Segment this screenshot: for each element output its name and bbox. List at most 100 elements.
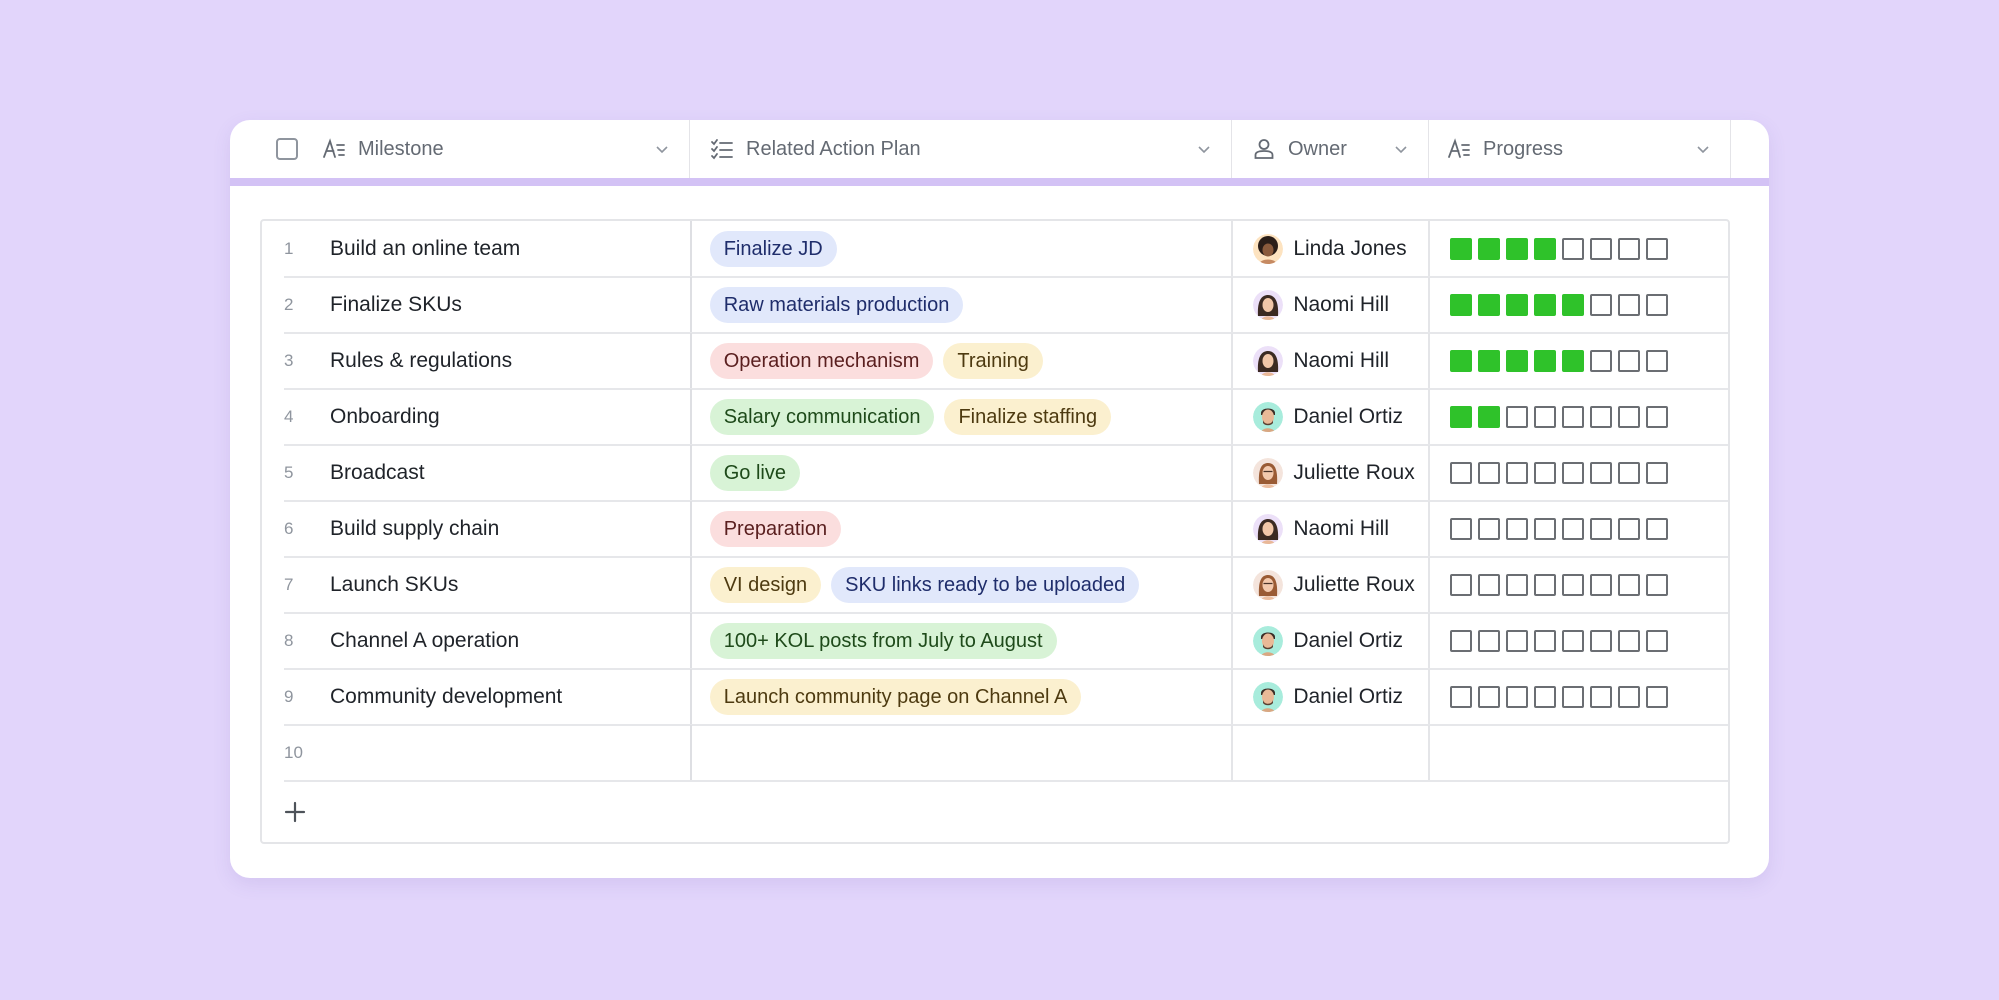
progress-square-empty[interactable] (1590, 518, 1613, 540)
action-plan-tag[interactable]: Operation mechanism (709, 343, 934, 379)
action-plan-tag[interactable]: 100+ KOL posts from July to August (709, 623, 1057, 659)
progress-square-empty[interactable] (1450, 630, 1473, 652)
milestone-cell[interactable]: Rules & regulations (306, 333, 692, 389)
action-plan-tag[interactable]: SKU links ready to be uploaded (831, 567, 1140, 603)
progress-square-empty[interactable] (1590, 630, 1613, 652)
progress-cell[interactable] (1430, 669, 1730, 725)
progress-square-empty[interactable] (1450, 518, 1473, 540)
action-plan-tag[interactable]: Finalize staffing (944, 399, 1112, 435)
progress-square-empty[interactable] (1618, 406, 1641, 428)
action-plan-tag[interactable]: Salary communication (709, 399, 935, 435)
related-action-plan-cell[interactable]: Launch community page on Channel A (692, 669, 1234, 725)
related-action-plan-cell[interactable]: VI design SKU links ready to be uploaded (692, 557, 1234, 613)
chevron-down-icon[interactable] (655, 142, 669, 156)
milestone-cell[interactable]: Onboarding (306, 389, 692, 445)
table-row[interactable]: 1 Build an online team Finalize JD Linda… (262, 221, 1730, 277)
milestone-cell[interactable] (306, 725, 692, 781)
progress-square-empty[interactable] (1562, 238, 1585, 260)
column-header-progress[interactable]: Progress (1429, 120, 1731, 178)
progress-square-empty[interactable] (1646, 686, 1669, 708)
progress-cell[interactable] (1430, 333, 1730, 389)
progress-square-filled[interactable] (1506, 294, 1529, 316)
progress-square-empty[interactable] (1646, 574, 1669, 596)
progress-cell[interactable] (1430, 221, 1730, 277)
progress-square-empty[interactable] (1590, 238, 1613, 260)
action-plan-tag[interactable]: VI design (709, 567, 822, 603)
progress-square-filled[interactable] (1506, 350, 1529, 372)
progress-square-empty[interactable] (1618, 630, 1641, 652)
progress-cell[interactable] (1430, 445, 1730, 501)
progress-square-empty[interactable] (1478, 686, 1501, 708)
progress-square-empty[interactable] (1590, 686, 1613, 708)
progress-square-filled[interactable] (1478, 238, 1501, 260)
table-row[interactable]: 8 Channel A operation 100+ KOL posts fro… (262, 613, 1730, 669)
progress-square-empty[interactable] (1534, 406, 1557, 428)
progress-square-filled[interactable] (1478, 406, 1501, 428)
progress-square-empty[interactable] (1450, 686, 1473, 708)
owner-cell[interactable]: Juliette Roux (1233, 445, 1431, 501)
progress-square-filled[interactable] (1450, 238, 1473, 260)
add-column-area[interactable] (1731, 120, 1769, 178)
milestone-cell[interactable]: Broadcast (306, 445, 692, 501)
progress-square-empty[interactable] (1450, 462, 1473, 484)
progress-square-empty[interactable] (1590, 574, 1613, 596)
progress-cell[interactable] (1430, 725, 1730, 781)
progress-square-filled[interactable] (1534, 238, 1557, 260)
table-row[interactable]: 7 Launch SKUs VI design SKU links ready t… (262, 557, 1730, 613)
chevron-down-icon[interactable] (1197, 142, 1211, 156)
column-header-owner[interactable]: Owner (1232, 120, 1429, 178)
progress-square-empty[interactable] (1562, 518, 1585, 540)
progress-square-empty[interactable] (1478, 574, 1501, 596)
progress-square-empty[interactable] (1618, 350, 1641, 372)
progress-square-filled[interactable] (1450, 406, 1473, 428)
progress-square-empty[interactable] (1506, 518, 1529, 540)
milestone-cell[interactable]: Finalize SKUs (306, 277, 692, 333)
progress-square-empty[interactable] (1618, 574, 1641, 596)
progress-cell[interactable] (1430, 557, 1730, 613)
progress-square-empty[interactable] (1590, 350, 1613, 372)
progress-square-empty[interactable] (1618, 686, 1641, 708)
owner-cell[interactable]: Juliette Roux (1233, 557, 1431, 613)
owner-cell[interactable]: Naomi Hill (1233, 277, 1431, 333)
progress-square-empty[interactable] (1506, 574, 1529, 596)
owner-cell[interactable]: Naomi Hill (1233, 333, 1431, 389)
action-plan-tag[interactable]: Training (943, 343, 1043, 379)
progress-square-empty[interactable] (1646, 350, 1669, 372)
progress-square-filled[interactable] (1534, 294, 1557, 316)
owner-cell[interactable]: Daniel Ortiz (1233, 669, 1431, 725)
table-row[interactable]: 4 Onboarding Salary communication Finaliz… (262, 389, 1730, 445)
progress-square-empty[interactable] (1478, 630, 1501, 652)
progress-square-filled[interactable] (1478, 350, 1501, 372)
chevron-down-icon[interactable] (1696, 142, 1710, 156)
progress-square-empty[interactable] (1534, 686, 1557, 708)
progress-square-empty[interactable] (1534, 574, 1557, 596)
progress-square-empty[interactable] (1506, 630, 1529, 652)
progress-square-filled[interactable] (1450, 350, 1473, 372)
progress-square-empty[interactable] (1534, 518, 1557, 540)
progress-square-empty[interactable] (1618, 462, 1641, 484)
table-row[interactable]: 6 Build supply chain Preparation Naomi H… (262, 501, 1730, 557)
progress-square-empty[interactable] (1646, 462, 1669, 484)
progress-square-empty[interactable] (1562, 630, 1585, 652)
add-row-button[interactable] (282, 799, 308, 825)
progress-square-empty[interactable] (1618, 238, 1641, 260)
progress-square-empty[interactable] (1618, 518, 1641, 540)
progress-square-empty[interactable] (1506, 686, 1529, 708)
owner-cell[interactable] (1233, 725, 1431, 781)
owner-cell[interactable]: Linda Jones (1233, 221, 1431, 277)
table-row[interactable]: 2 Finalize SKUs Raw materials production… (262, 277, 1730, 333)
progress-square-empty[interactable] (1562, 406, 1585, 428)
progress-square-empty[interactable] (1590, 294, 1613, 316)
action-plan-tag[interactable]: Preparation (709, 511, 842, 547)
owner-cell[interactable]: Naomi Hill (1233, 501, 1431, 557)
action-plan-tag[interactable]: Raw materials production (709, 287, 964, 323)
owner-cell[interactable]: Daniel Ortiz (1233, 389, 1431, 445)
progress-square-empty[interactable] (1618, 294, 1641, 316)
column-header-milestone[interactable]: Milestone (230, 120, 690, 178)
action-plan-tag[interactable]: Launch community page on Channel A (709, 679, 1082, 715)
progress-square-empty[interactable] (1646, 518, 1669, 540)
progress-square-filled[interactable] (1562, 350, 1585, 372)
related-action-plan-cell[interactable]: Operation mechanism Training (692, 333, 1234, 389)
progress-square-empty[interactable] (1562, 686, 1585, 708)
progress-square-empty[interactable] (1646, 630, 1669, 652)
